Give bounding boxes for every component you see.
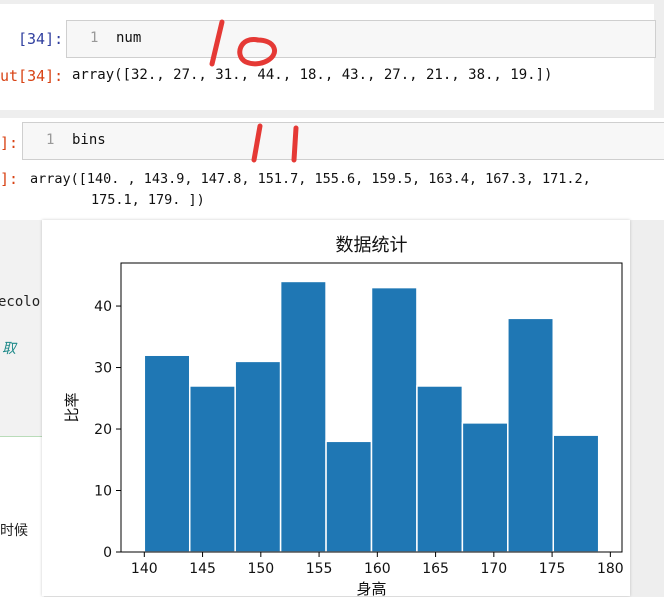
cell-output-prompt: ]: — [0, 170, 19, 188]
code-editor[interactable] — [22, 122, 664, 160]
histogram-bar — [507, 317, 555, 553]
y-tick-label: 0 — [103, 545, 112, 561]
x-tick-label: 175 — [539, 561, 566, 577]
x-tick-label: 145 — [189, 561, 216, 577]
cell-output-line: 175.1, 179. ]) — [91, 192, 205, 208]
y-tick-label: 20 — [94, 422, 112, 438]
x-tick-label: 180 — [597, 561, 624, 577]
histogram-bar — [370, 286, 418, 553]
handwritten-annotation-10 — [209, 19, 277, 67]
histogram-bar — [416, 385, 464, 553]
side-link-fragment[interactable]: 取 — [2, 338, 16, 358]
y-tick-label: 30 — [94, 361, 112, 377]
x-tick-label: 140 — [131, 561, 158, 577]
code-text[interactable]: num — [116, 30, 141, 46]
side-panel-lower — [0, 436, 44, 597]
x-axis-label: 身高 — [356, 580, 386, 596]
code-text[interactable]: bins — [72, 132, 106, 148]
side-text-fragment: 时候 — [0, 523, 28, 539]
y-axis-label: 比率 — [63, 392, 81, 422]
cell-input-prompt: ]: — [0, 134, 19, 152]
line-number: 1 — [46, 132, 55, 148]
line-number: 1 — [90, 30, 99, 46]
histogram-bar — [461, 422, 509, 553]
chart-title: 数据统计 — [336, 235, 408, 256]
x-tick-label: 150 — [247, 561, 274, 577]
x-tick-label: 160 — [364, 561, 391, 577]
histogram-bar — [552, 434, 600, 553]
histogram-bar — [325, 440, 373, 553]
x-tick-label: 170 — [480, 561, 507, 577]
side-panel — [0, 220, 44, 436]
histogram-bar — [279, 280, 327, 553]
cell-output-prompt: ut[34]: — [0, 67, 64, 85]
histogram-bar — [143, 354, 191, 553]
histogram-bar — [188, 385, 236, 553]
y-tick-label: 10 — [94, 484, 112, 500]
x-tick-label: 165 — [422, 561, 449, 577]
top-partial-text: ~~~ ~ ~~~~~~~ ~~~ — [318, 0, 451, 7]
cell-input-prompt: [34]: — [18, 30, 64, 48]
cell-output: array([32., 27., 31., 44., 18., 43., 27.… — [72, 67, 553, 83]
code-editor[interactable] — [66, 20, 656, 58]
histogram-bar — [234, 360, 282, 553]
y-tick-label: 40 — [94, 299, 112, 315]
histogram-chart: 140 145 150 155 160 165 170 175 180 0 10 20 30 40 数据统计… — [63, 235, 624, 596]
cell-output-line: array([140. , 143.9, 147.8, 151.7, 155.6… — [30, 171, 591, 187]
handwritten-annotation-11 — [251, 123, 299, 163]
x-tick-label: 155 — [306, 561, 333, 577]
chart-figure: 140 145 150 155 160 165 170 175 180 0 10 20 30 40 数据统计… — [42, 220, 630, 596]
